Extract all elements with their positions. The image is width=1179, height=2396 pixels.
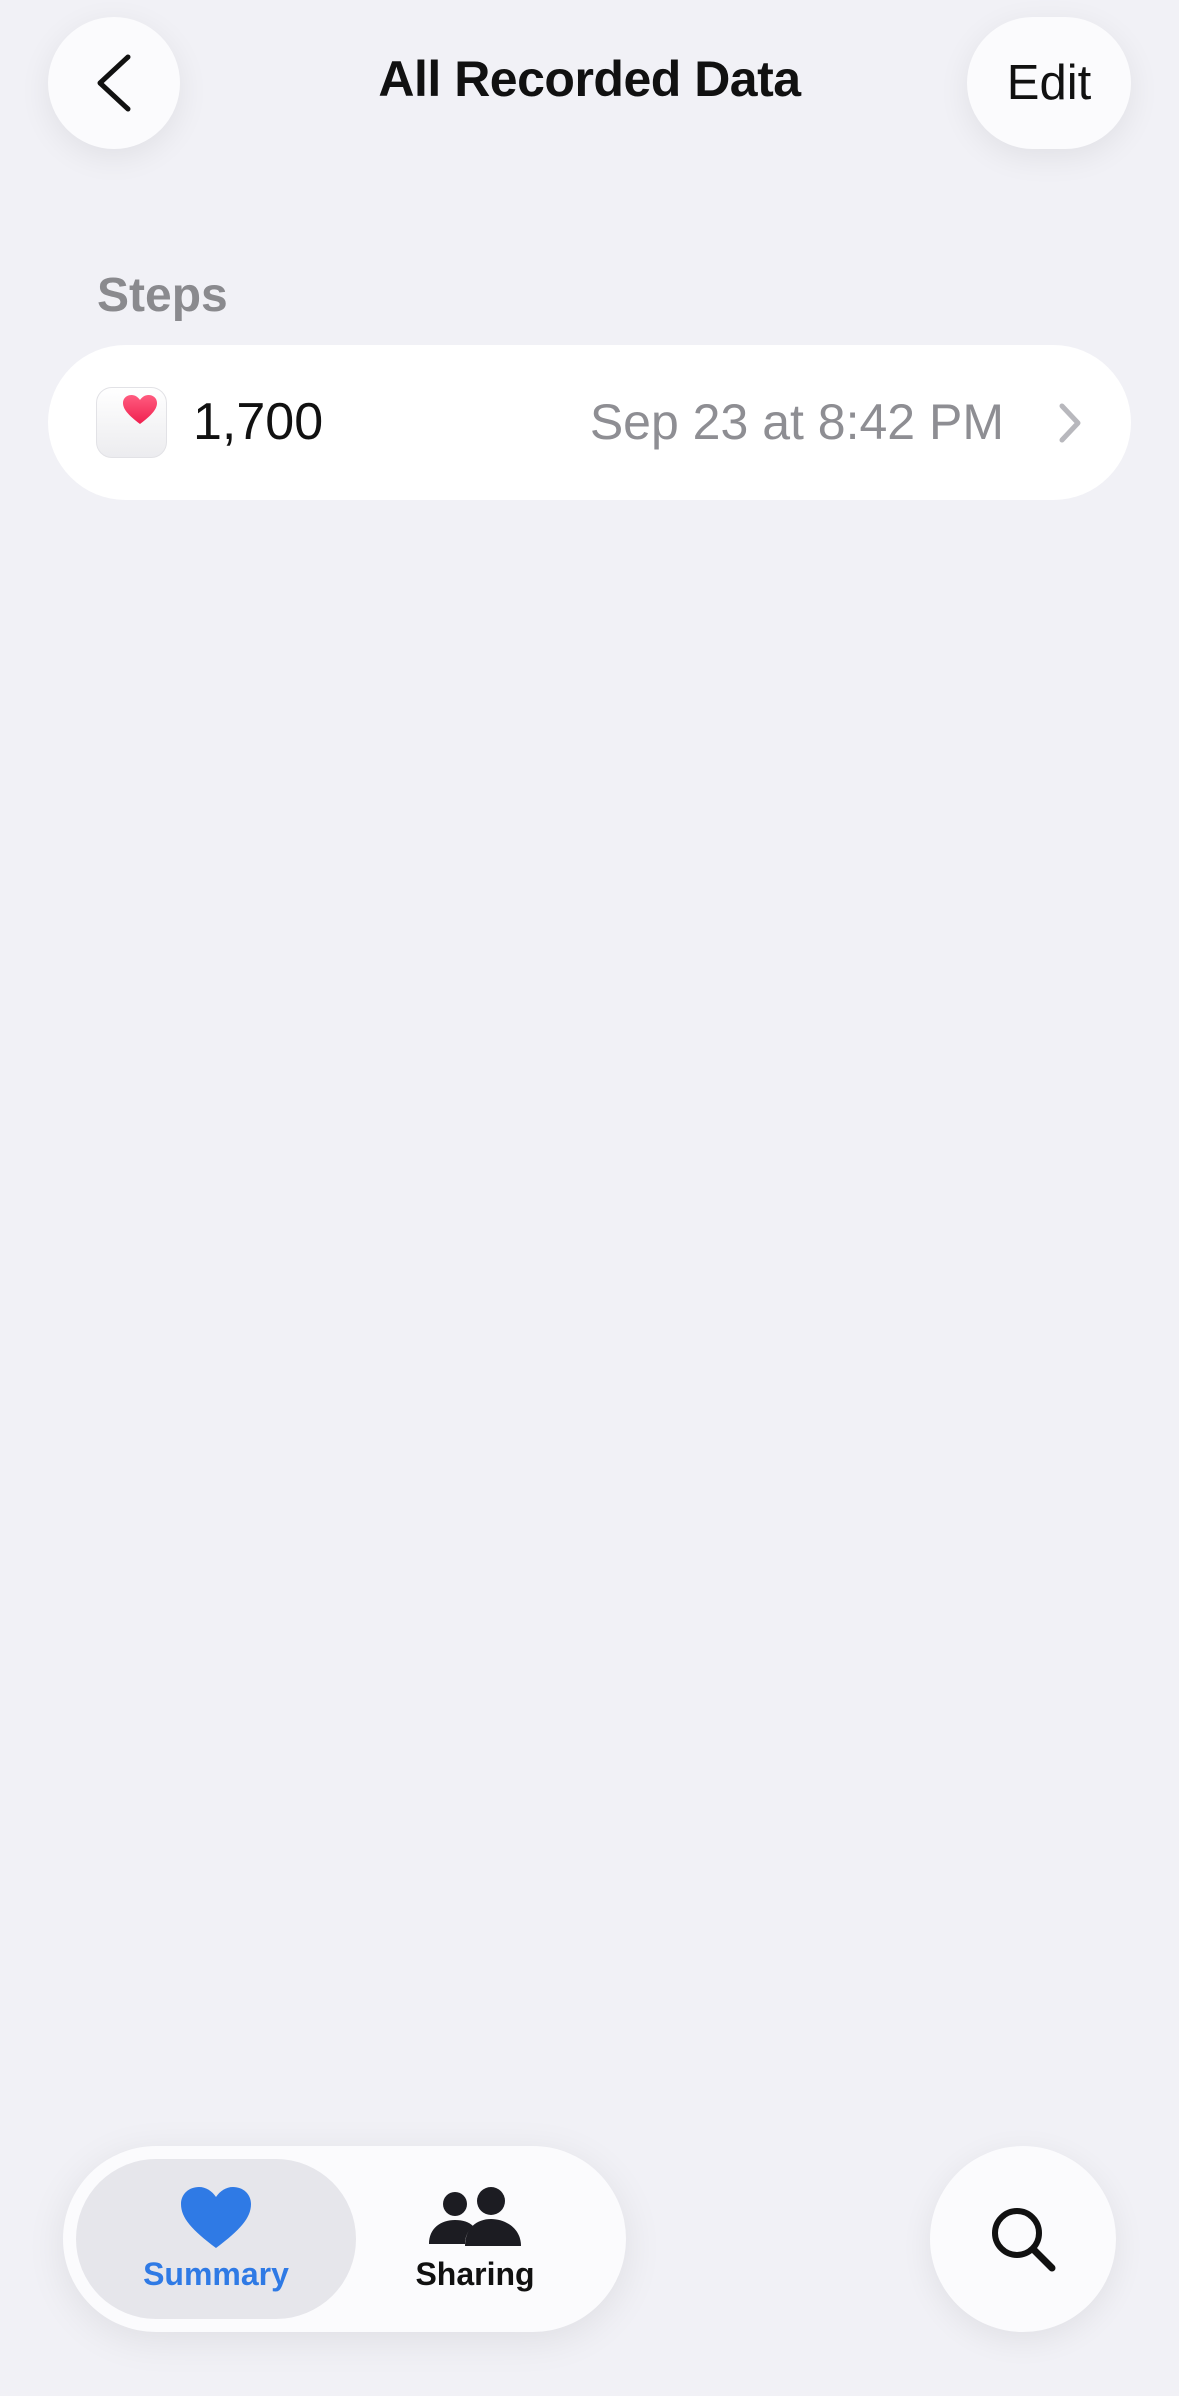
tab-summary[interactable]: Summary [76, 2159, 356, 2319]
section-label-steps: Steps [97, 269, 228, 322]
people-icon [429, 2186, 521, 2246]
health-app-heart-icon [96, 387, 167, 458]
screen: All Recorded Data Edit Steps 1,700 Sep 2… [0, 0, 1179, 2396]
record-date: Sep 23 at 8:42 PM [589, 394, 1004, 450]
tab-sharing-label: Sharing [415, 2255, 535, 2292]
edit-button[interactable]: Edit [967, 17, 1131, 149]
edit-button-label: Edit [1006, 56, 1092, 110]
search-icon [992, 2208, 1056, 2272]
heart-icon [181, 2186, 251, 2248]
tab-bar: Summary Sharing [63, 2146, 626, 2332]
record-value: 1,700 [193, 393, 324, 451]
search-button[interactable] [930, 2146, 1116, 2332]
tab-summary-label: Summary [143, 2255, 289, 2292]
tab-sharing[interactable]: Sharing [335, 2159, 615, 2319]
record-row[interactable]: 1,700 Sep 23 at 8:42 PM [48, 345, 1131, 500]
chevron-right-icon [1059, 403, 1081, 443]
